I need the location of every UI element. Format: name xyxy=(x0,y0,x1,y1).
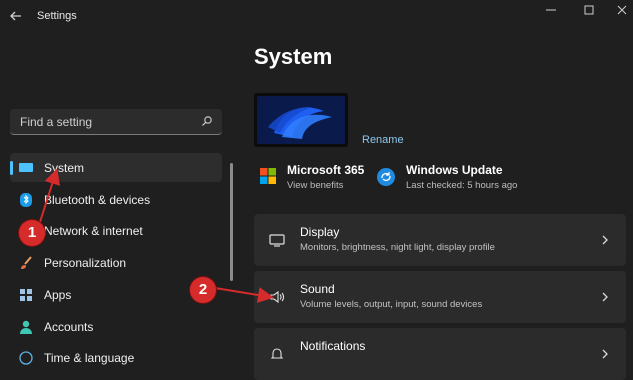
row-title: Notifications xyxy=(300,339,366,353)
title-bar: Settings xyxy=(0,0,633,32)
display-setting-row[interactable]: Display Monitors, brightness, night ligh… xyxy=(254,214,626,266)
minimize-icon[interactable] xyxy=(542,3,560,17)
row-subtitle: Monitors, brightness, night light, displ… xyxy=(300,242,495,253)
sidebar-item-time-language[interactable]: Time & language xyxy=(10,343,222,372)
row-title: Display xyxy=(300,225,340,239)
row-subtitle: Volume levels, output, input, sound devi… xyxy=(300,299,483,310)
update-icon xyxy=(377,168,395,186)
chevron-right-icon xyxy=(602,349,608,359)
active-indicator xyxy=(10,161,13,175)
search-input[interactable]: Find a setting xyxy=(10,109,222,135)
person-icon xyxy=(20,320,32,334)
sidebar-item-label: Bluetooth & devices xyxy=(44,193,151,207)
microsoft-logo-icon xyxy=(260,168,276,184)
chevron-right-icon xyxy=(602,235,608,245)
notifications-setting-row[interactable]: Notifications xyxy=(254,328,626,380)
brush-icon xyxy=(21,256,32,269)
speaker-icon xyxy=(270,290,285,304)
apps-icon xyxy=(20,289,32,301)
microsoft-365-card[interactable]: Microsoft 365 View benefits xyxy=(254,161,374,195)
sidebar-item-label: Network & internet xyxy=(44,224,143,238)
sidebar-item-personalization[interactable]: Personalization xyxy=(10,248,222,277)
close-icon[interactable] xyxy=(613,3,631,17)
sidebar-item-label: Accounts xyxy=(44,320,94,334)
maximize-icon[interactable] xyxy=(580,3,598,17)
page-title: System xyxy=(254,44,333,69)
bell-icon xyxy=(270,348,284,359)
back-arrow-icon[interactable] xyxy=(9,9,23,23)
sidebar-item-accounts[interactable]: Accounts xyxy=(10,312,222,341)
sound-setting-row[interactable]: Sound Volume levels, output, input, soun… xyxy=(254,271,626,323)
callout-badge-1: 1 xyxy=(19,220,45,246)
sidebar-item-label: Apps xyxy=(44,288,72,302)
sidebar-item-label: System xyxy=(44,161,85,175)
device-thumbnail xyxy=(254,93,348,147)
sidebar-item-label: Time & language xyxy=(44,351,135,365)
search-placeholder: Find a setting xyxy=(20,115,93,129)
display-icon xyxy=(269,234,285,247)
search-icon[interactable] xyxy=(201,115,213,127)
sidebar-scrollbar[interactable] xyxy=(230,163,233,281)
row-title: Sound xyxy=(300,282,335,296)
card-subtitle: View benefits xyxy=(287,180,344,191)
bluetooth-icon xyxy=(20,193,32,207)
callout-badge-2: 2 xyxy=(190,277,216,303)
windows-update-card[interactable]: Windows Update Last checked: 5 hours ago xyxy=(373,161,533,195)
sidebar-item-bluetooth[interactable]: Bluetooth & devices xyxy=(10,185,222,214)
sidebar-item-label: Personalization xyxy=(44,256,127,270)
monitor-icon xyxy=(19,163,33,172)
sidebar-item-system[interactable]: System xyxy=(10,153,222,182)
chevron-right-icon xyxy=(602,292,608,302)
clock-icon xyxy=(19,351,33,365)
app-title: Settings xyxy=(37,10,77,22)
card-title: Windows Update xyxy=(406,163,503,177)
card-subtitle: Last checked: 5 hours ago xyxy=(406,180,518,191)
card-title: Microsoft 365 xyxy=(287,163,365,177)
rename-link[interactable]: Rename xyxy=(362,134,404,146)
